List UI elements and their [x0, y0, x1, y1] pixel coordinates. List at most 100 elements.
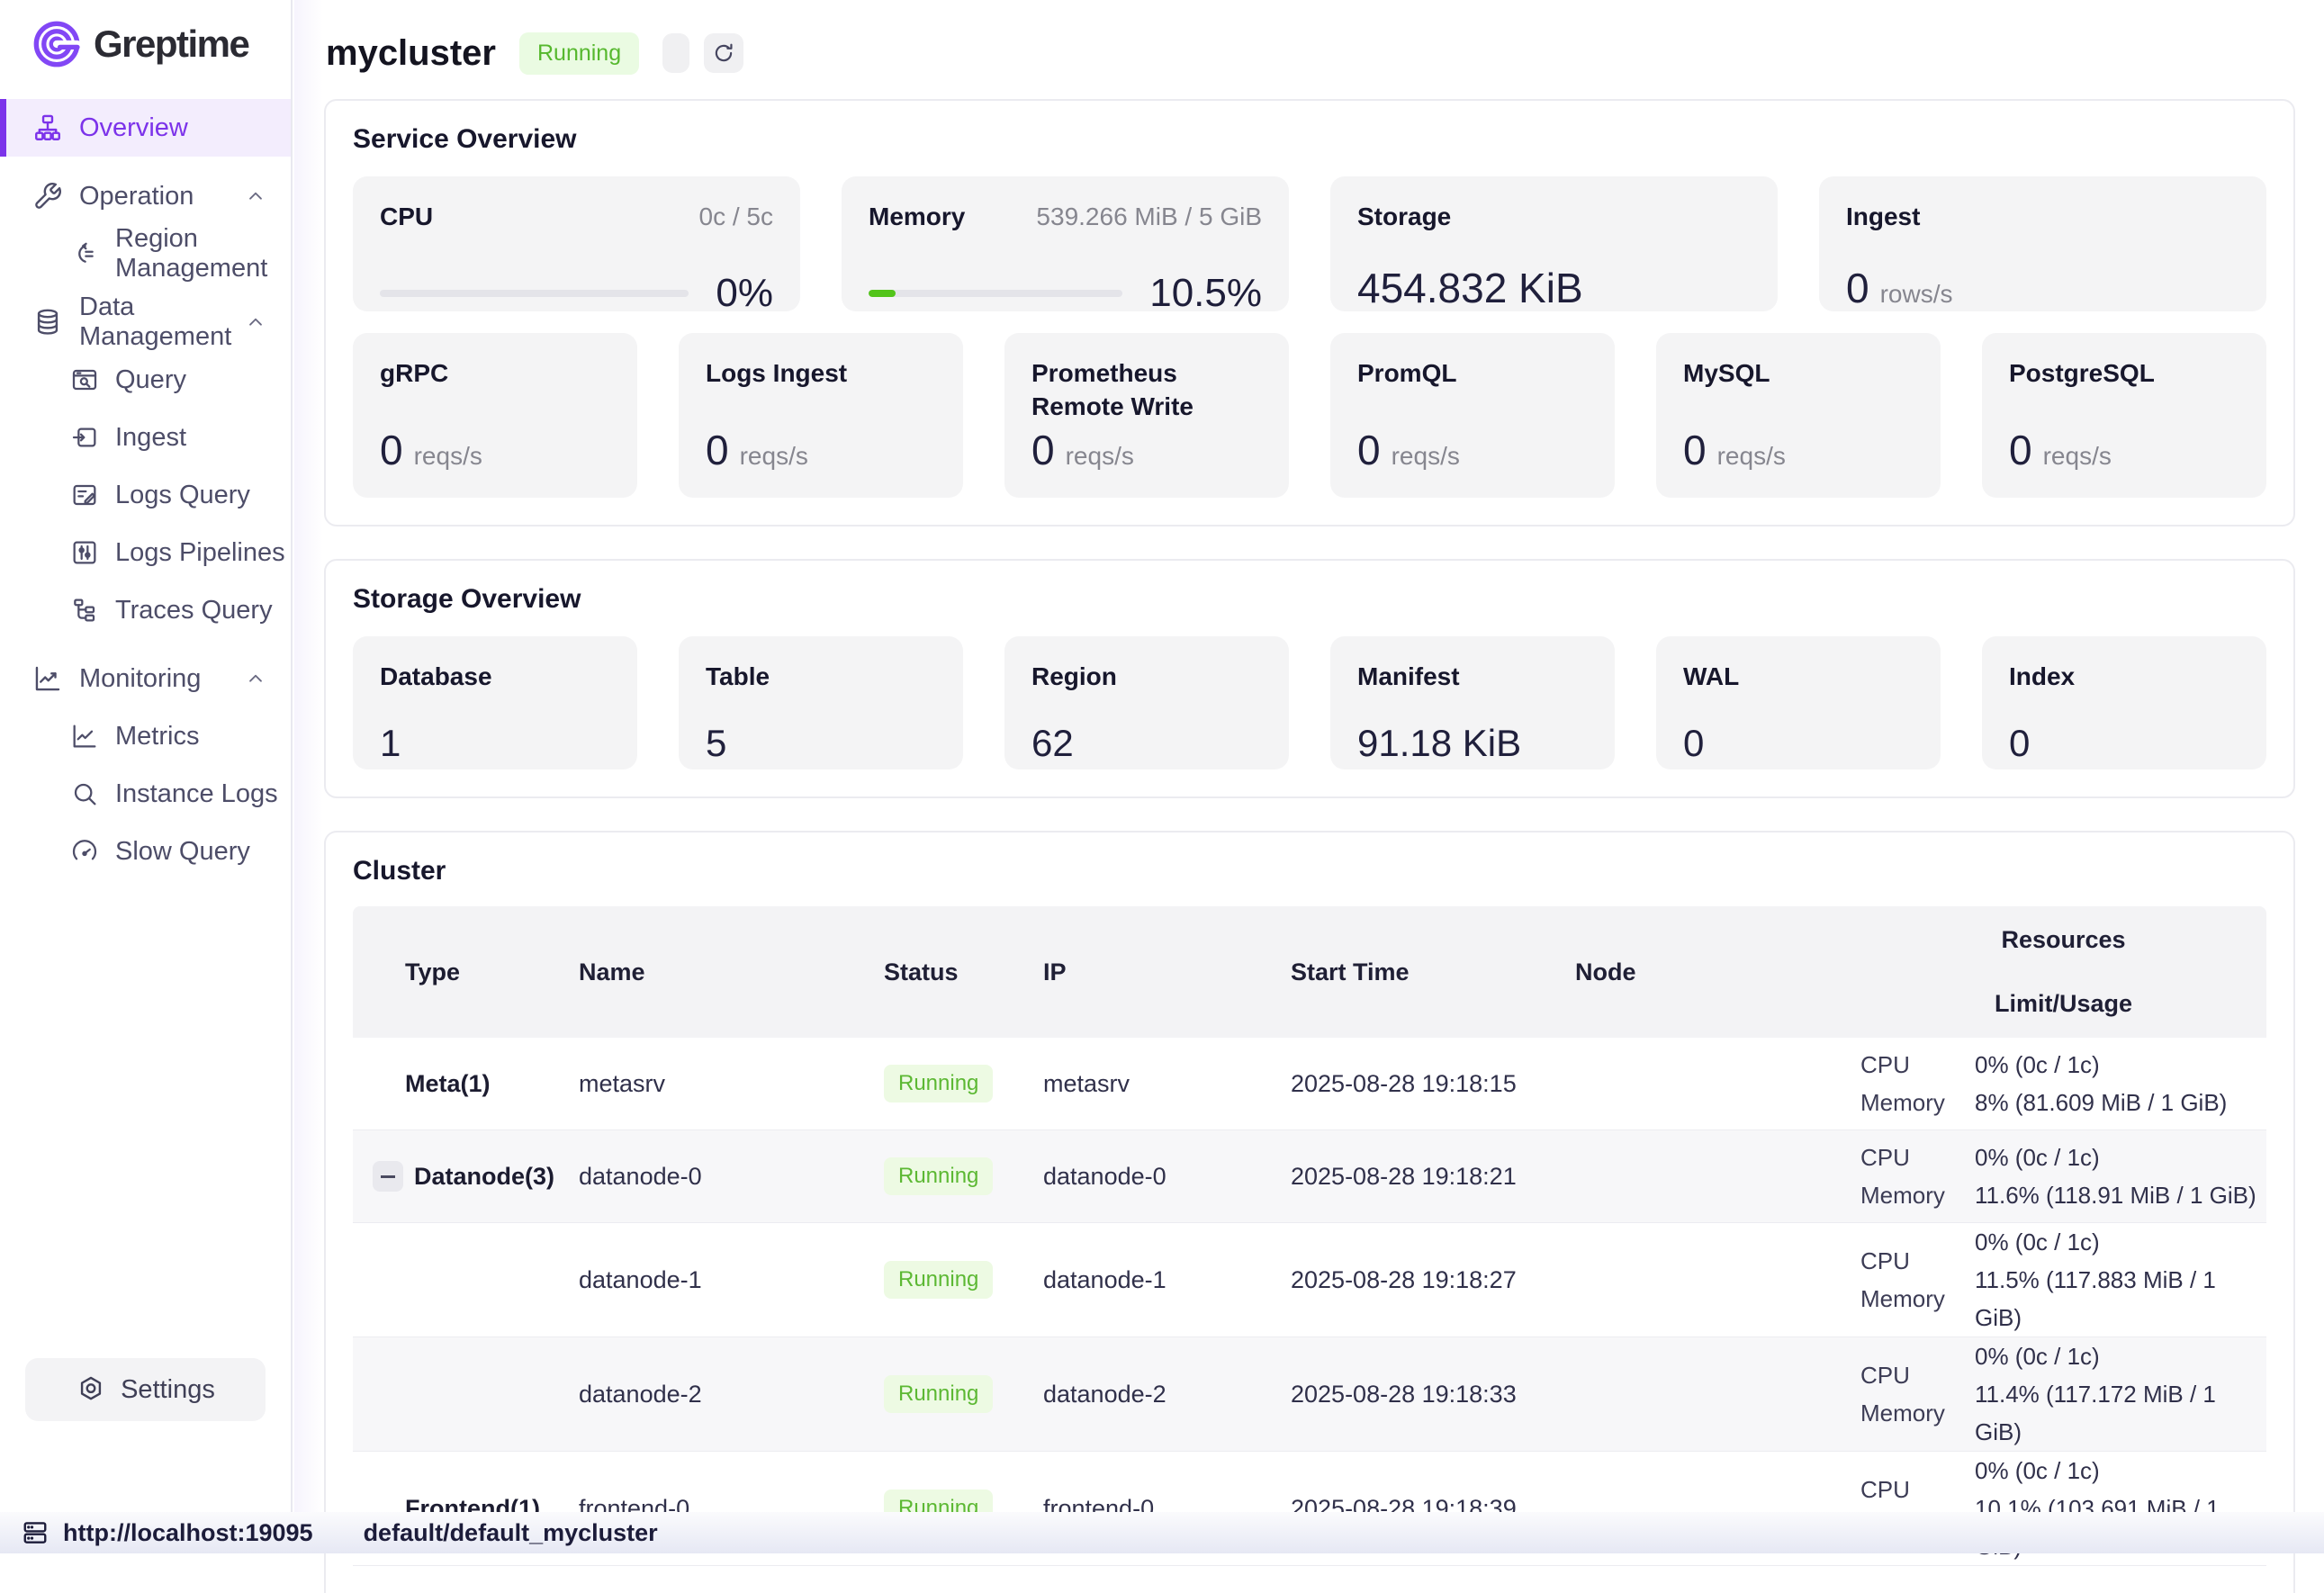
server-url: http://localhost:19095 [63, 1519, 313, 1547]
logs-ingest-value: 0 [706, 426, 729, 474]
table-value: 5 [706, 722, 936, 765]
cluster-action-button[interactable] [662, 33, 689, 73]
row-resource-labels: CPU Memory [1860, 1356, 1975, 1432]
table-label: Table [706, 662, 770, 690]
wal-value: 0 [1683, 722, 1914, 765]
chevron-up-icon [244, 310, 267, 334]
col-resources: Resources Limit/Usage [1860, 926, 2266, 1018]
cluster-panel: Cluster Type Name Status IP Start Time N… [324, 831, 2295, 1593]
chevron-up-icon [244, 184, 267, 208]
sidebar-item-instance-logs[interactable]: Instance Logs [0, 765, 291, 823]
service-metric-cards: CPU 0c / 5c 0% Memory 539.266 MiB / 5 Gi… [353, 176, 2266, 311]
settings-button[interactable]: Settings [25, 1358, 266, 1421]
sidebar-item-label: Operation [79, 182, 194, 212]
row-name: metasrv [579, 1070, 884, 1098]
database-value: 1 [380, 722, 610, 765]
sidebar-item-overview[interactable]: Overview [0, 99, 291, 157]
col-ip: IP [1043, 958, 1291, 986]
grpc-unit: reqs/s [414, 442, 482, 471]
sidebar-item-label: Slow Query [115, 837, 250, 867]
row-start-time: 2025-08-28 19:18:15 [1291, 1070, 1575, 1098]
row-resource-values: 0% (0c / 1c) 11.5% (117.883 MiB / 1 GiB) [1975, 1223, 2266, 1336]
gauge-icon [70, 837, 99, 866]
sidebar-item-slow-query[interactable]: Slow Query [0, 823, 291, 880]
ingest-unit: rows/s [1880, 280, 1953, 309]
logs-ingest-card: Logs Ingest 0 reqs/s [679, 333, 963, 498]
col-status: Status [884, 958, 1043, 986]
sitemap-icon [32, 112, 63, 143]
sidebar-item-logs-query[interactable]: Logs Query [0, 466, 291, 524]
cpu-limit: 0c / 5c [699, 202, 773, 231]
ingest-label: Ingest [1846, 202, 1920, 230]
sidebar-item-operation[interactable]: Operation [0, 167, 291, 225]
table-row-datanode-1: datanode-1 Running datanode-1 2025-08-28… [353, 1223, 2266, 1337]
sidebar-item-label: Query [115, 365, 186, 395]
search-icon [70, 779, 99, 808]
row-status-badge: Running [884, 1157, 993, 1195]
database-label: Database [380, 662, 492, 690]
status-badge: Running [519, 32, 639, 75]
region-card: Region 62 [1004, 636, 1289, 770]
prometheus-value: 0 [1031, 426, 1055, 474]
tenant-path: default/default_mycluster [364, 1519, 658, 1547]
region-branch-icon [70, 239, 99, 268]
collapse-toggle-button[interactable] [373, 1161, 403, 1192]
prometheus-remote-write-card: Prometheus Remote Write 0 reqs/s [1004, 333, 1289, 498]
refresh-icon [712, 41, 735, 65]
main-content: mycluster Running Service Overview CPU 0… [294, 0, 2324, 1553]
sidebar-nav: Overview Operation Region Management [0, 99, 291, 880]
brand-logo: Greptime [31, 18, 291, 70]
page-header: mycluster Running [326, 27, 2295, 79]
col-node: Node [1575, 958, 1860, 986]
promql-unit: reqs/s [1392, 442, 1460, 471]
gear-icon [76, 1374, 106, 1405]
row-name: datanode-2 [579, 1381, 884, 1408]
query-window-icon [70, 365, 99, 394]
storage-overview-title: Storage Overview [353, 584, 2266, 615]
sidebar-item-label: Traces Query [115, 596, 273, 626]
database-card: Database 1 [353, 636, 637, 770]
memory-progress-fill [869, 290, 896, 297]
postgresql-label: PostgreSQL [2009, 356, 2239, 390]
sidebar-item-data-management[interactable]: Data Management [0, 293, 291, 351]
chevron-up-icon [244, 667, 267, 690]
cpu-percent: 0% [716, 271, 773, 316]
index-label: Index [2009, 662, 2075, 690]
sidebar-item-logs-pipelines[interactable]: Logs Pipelines [0, 524, 291, 581]
refresh-button[interactable] [704, 33, 743, 73]
promql-label: PromQL [1357, 356, 1588, 390]
resources-header: Resources [1860, 926, 2266, 954]
storage-label: Storage [1357, 202, 1451, 230]
service-overview-title: Service Overview [353, 124, 2266, 155]
cpu-label: CPU [380, 200, 433, 233]
traces-tree-icon [70, 596, 99, 625]
row-ip: datanode-2 [1043, 1381, 1291, 1408]
sidebar-item-query[interactable]: Query [0, 351, 291, 409]
postgresql-value: 0 [2009, 426, 2032, 474]
memory-limit: 539.266 MiB / 5 GiB [1036, 202, 1262, 231]
col-start-time: Start Time [1291, 958, 1575, 986]
sidebar-item-ingest[interactable]: Ingest [0, 409, 291, 466]
postgresql-unit: reqs/s [2043, 442, 2112, 471]
ingest-card: Ingest 0 rows/s [1819, 176, 2266, 311]
sidebar-item-traces-query[interactable]: Traces Query [0, 581, 291, 639]
cpu-progress-bar [380, 290, 689, 297]
mysql-label: MySQL [1683, 356, 1914, 390]
manifest-card: Manifest 91.18 KiB [1330, 636, 1615, 770]
prometheus-label: Prometheus Remote Write [1031, 356, 1262, 423]
sidebar-item-label: Region Management [115, 224, 291, 284]
brand-name: Greptime [94, 22, 248, 66]
table-row-meta: Meta(1) metasrv Running metasrv 2025-08-… [353, 1038, 2266, 1130]
sidebar-item-label: Metrics [115, 722, 199, 752]
sidebar: Greptime Overview Operation Region M [0, 0, 293, 1512]
row-status-badge: Running [884, 1375, 993, 1413]
promql-card: PromQL 0 reqs/s [1330, 333, 1615, 498]
storage-cards: Database 1 Table 5 Region 62 Manifest 91… [353, 636, 2266, 770]
memory-label: Memory [869, 200, 965, 233]
grpc-card: gRPC 0 reqs/s [353, 333, 637, 498]
sidebar-item-region-management[interactable]: Region Management [0, 225, 291, 283]
line-chart-icon [32, 663, 63, 694]
sidebar-item-metrics[interactable]: Metrics [0, 707, 291, 765]
col-type: Type [353, 958, 579, 986]
sidebar-item-monitoring[interactable]: Monitoring [0, 650, 291, 707]
